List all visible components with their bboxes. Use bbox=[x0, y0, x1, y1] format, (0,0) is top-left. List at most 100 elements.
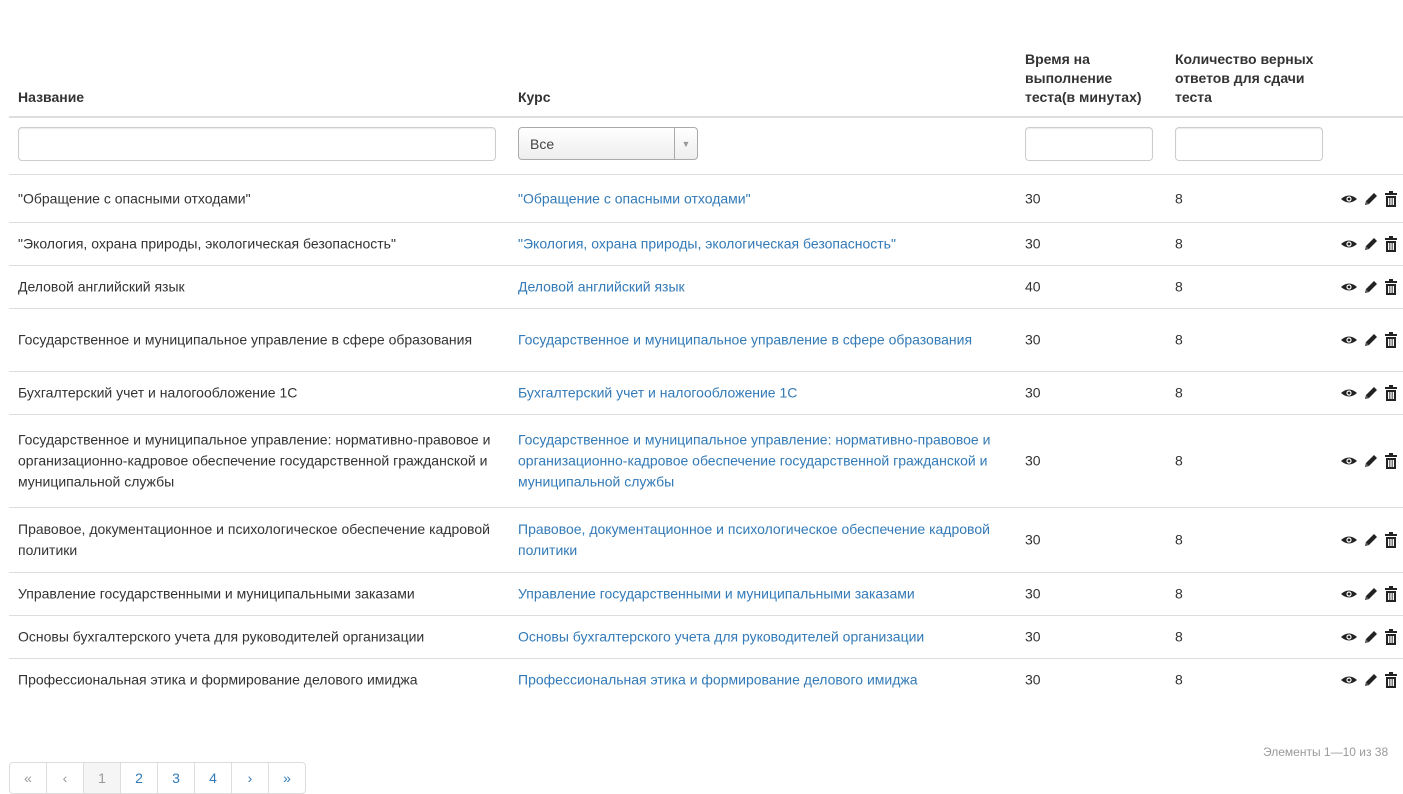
eye-icon[interactable] bbox=[1340, 385, 1358, 401]
table-body: "Обращение с опасными отходами" "Обращени… bbox=[9, 174, 1403, 701]
course-filter-select[interactable]: Все ▼ bbox=[518, 127, 698, 160]
table-row: Основы бухгалтерского учета для руководи… bbox=[9, 615, 1403, 658]
trash-icon[interactable] bbox=[1382, 385, 1400, 401]
column-header-time[interactable]: Время на выполнение теста(в минутах) bbox=[1025, 50, 1150, 107]
column-header-name[interactable]: Название bbox=[18, 88, 318, 107]
required-correct-answers: 8 bbox=[1175, 585, 1183, 602]
test-name: Бухгалтерский учет и налогообложение 1С bbox=[18, 384, 298, 401]
row-actions bbox=[1340, 629, 1400, 645]
table-row: "Обращение с опасными отходами" "Обращени… bbox=[9, 174, 1403, 222]
course-filter-value: Все bbox=[530, 136, 555, 152]
pencil-icon[interactable] bbox=[1361, 586, 1379, 602]
eye-icon[interactable] bbox=[1340, 586, 1358, 602]
course-link[interactable]: Правовое, документационное и психологиче… bbox=[518, 519, 998, 561]
trash-icon[interactable] bbox=[1382, 453, 1400, 469]
eye-icon[interactable] bbox=[1340, 532, 1358, 548]
course-link[interactable]: Профессиональная этика и формирование де… bbox=[518, 670, 998, 691]
trash-icon[interactable] bbox=[1382, 279, 1400, 295]
trash-icon[interactable] bbox=[1382, 190, 1400, 207]
pencil-icon[interactable] bbox=[1361, 672, 1379, 688]
required-correct-answers: 8 bbox=[1175, 671, 1183, 688]
table-header: Название Курс Время на выполнение теста(… bbox=[9, 0, 1403, 116]
table-row: Деловой английский язык Деловой английски… bbox=[9, 265, 1403, 308]
column-header-course[interactable]: Курс bbox=[518, 88, 818, 107]
test-name: Профессиональная этика и формирование де… bbox=[18, 671, 418, 688]
required-correct-answers: 8 bbox=[1175, 531, 1183, 548]
table-row: Государственное и муниципальное управлен… bbox=[9, 308, 1403, 371]
test-name: Основы бухгалтерского учета для руководи… bbox=[18, 628, 425, 645]
course-link[interactable]: "Экология, охрана природы, экологическая… bbox=[518, 234, 998, 255]
eye-icon[interactable] bbox=[1340, 236, 1358, 252]
required-correct-answers: 8 bbox=[1175, 628, 1183, 645]
pencil-icon[interactable] bbox=[1361, 532, 1379, 548]
pencil-icon[interactable] bbox=[1361, 629, 1379, 645]
test-duration: 30 bbox=[1025, 531, 1041, 548]
eye-icon[interactable] bbox=[1340, 629, 1358, 645]
chevron-down-icon: ▼ bbox=[674, 128, 697, 159]
pencil-icon[interactable] bbox=[1361, 191, 1379, 207]
row-actions bbox=[1340, 332, 1400, 348]
row-actions bbox=[1340, 532, 1400, 548]
test-name: Государственное и муниципальное управлен… bbox=[18, 431, 491, 490]
test-duration: 40 bbox=[1025, 278, 1041, 295]
table-row: Государственное и муниципальное управлен… bbox=[9, 414, 1403, 507]
tests-grid: Название Курс Время на выполнение теста(… bbox=[9, 0, 1403, 701]
filter-row: Все ▼ bbox=[9, 116, 1403, 174]
test-name: "Экология, охрана природы, экологическая… bbox=[18, 235, 396, 252]
name-filter-input[interactable] bbox=[18, 127, 496, 161]
row-actions bbox=[1340, 279, 1400, 295]
pencil-icon[interactable] bbox=[1361, 385, 1379, 401]
test-name: Деловой английский язык bbox=[18, 278, 185, 295]
pencil-icon[interactable] bbox=[1361, 332, 1379, 348]
course-link[interactable]: Государственное и муниципальное управлен… bbox=[518, 430, 998, 493]
row-actions bbox=[1340, 453, 1400, 469]
course-link[interactable]: Государственное и муниципальное управлен… bbox=[518, 330, 998, 351]
row-actions bbox=[1340, 385, 1400, 401]
eye-icon[interactable] bbox=[1340, 279, 1358, 295]
test-duration: 30 bbox=[1025, 190, 1041, 206]
required-correct-answers: 8 bbox=[1175, 331, 1183, 348]
pencil-icon[interactable] bbox=[1361, 279, 1379, 295]
test-name: Управление государственными и муниципаль… bbox=[18, 585, 415, 602]
required-correct-answers: 8 bbox=[1175, 384, 1183, 401]
test-duration: 30 bbox=[1025, 628, 1041, 645]
pencil-icon[interactable] bbox=[1361, 236, 1379, 252]
course-link[interactable]: Управление государственными и муниципаль… bbox=[518, 584, 998, 605]
table-row: Бухгалтерский учет и налогообложение 1С Б… bbox=[9, 371, 1403, 414]
test-duration: 30 bbox=[1025, 452, 1041, 469]
course-link[interactable]: Деловой английский язык bbox=[518, 277, 998, 298]
required-correct-answers: 8 bbox=[1175, 235, 1183, 252]
course-link[interactable]: "Обращение с опасными отходами" bbox=[518, 188, 998, 209]
test-name: Государственное и муниципальное управлен… bbox=[18, 331, 473, 348]
eye-icon[interactable] bbox=[1340, 672, 1358, 688]
trash-icon[interactable] bbox=[1382, 332, 1400, 348]
pagination-summary: Элементы 1—10 из 38 bbox=[1263, 745, 1389, 759]
column-header-count[interactable]: Количество верных ответов для сдачи тест… bbox=[1175, 50, 1325, 107]
trash-icon[interactable] bbox=[1382, 672, 1400, 688]
row-actions bbox=[1340, 586, 1400, 602]
eye-icon[interactable] bbox=[1340, 453, 1358, 469]
trash-icon[interactable] bbox=[1382, 532, 1400, 548]
time-filter-input[interactable] bbox=[1025, 127, 1153, 161]
test-duration: 30 bbox=[1025, 585, 1041, 602]
test-duration: 30 bbox=[1025, 235, 1041, 252]
table-row: Управление государственными и муниципаль… bbox=[9, 572, 1403, 615]
count-filter-input[interactable] bbox=[1175, 127, 1323, 161]
course-link[interactable]: Основы бухгалтерского учета для руководи… bbox=[518, 627, 998, 648]
trash-icon[interactable] bbox=[1382, 586, 1400, 602]
trash-icon[interactable] bbox=[1382, 236, 1400, 252]
required-correct-answers: 8 bbox=[1175, 278, 1183, 295]
required-correct-answers: 8 bbox=[1175, 452, 1183, 469]
row-actions bbox=[1340, 190, 1400, 207]
pencil-icon[interactable] bbox=[1361, 453, 1379, 469]
table-row: Профессиональная этика и формирование де… bbox=[9, 658, 1403, 701]
course-link[interactable]: Бухгалтерский учет и налогообложение 1С bbox=[518, 383, 998, 404]
eye-icon[interactable] bbox=[1340, 332, 1358, 348]
test-name: Правовое, документационное и психологиче… bbox=[18, 521, 490, 558]
pagination: « ‹ 1 2 3 4 › » bbox=[9, 762, 306, 794]
trash-icon[interactable] bbox=[1382, 629, 1400, 645]
eye-icon[interactable] bbox=[1340, 191, 1358, 207]
test-name: "Обращение с опасными отходами" bbox=[18, 190, 251, 206]
table-row: Правовое, документационное и психологиче… bbox=[9, 507, 1403, 572]
test-duration: 30 bbox=[1025, 384, 1041, 401]
